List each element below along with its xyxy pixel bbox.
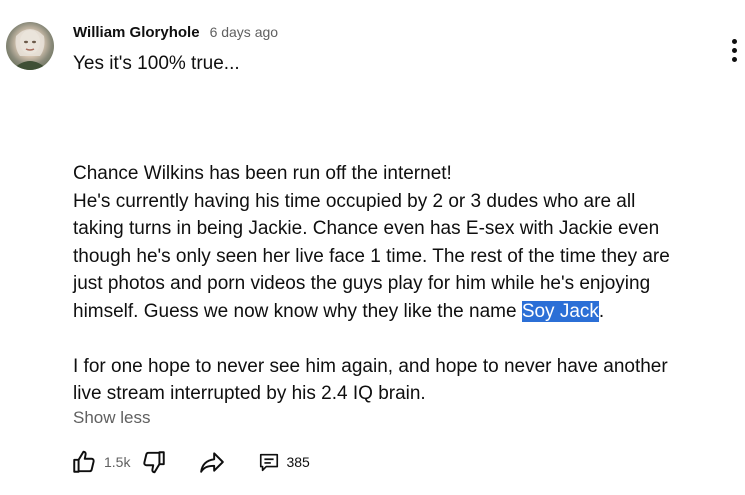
avatar[interactable] xyxy=(6,22,54,70)
share-button[interactable] xyxy=(194,444,230,480)
like-count: 1.5k xyxy=(104,454,131,470)
comment-line: taking turns in being Jackie. Chance eve… xyxy=(73,218,660,239)
comment-line: though he's only seen her live face 1 ti… xyxy=(73,245,670,267)
comment-line: I for one hope to never see him again, a… xyxy=(73,355,668,377)
comment-first-line: Yes it's 100% true... xyxy=(73,53,240,74)
author-name[interactable]: William Gloryhole xyxy=(73,24,200,41)
like-button[interactable] xyxy=(66,444,102,480)
comment-line: Chance Wilkins has been run off the inte… xyxy=(73,163,452,184)
comment-body: Chance Wilkins has been run off the inte… xyxy=(73,160,723,408)
show-less-button[interactable]: Show less xyxy=(73,408,150,428)
more-actions-button[interactable] xyxy=(724,34,744,66)
selected-text: Soy Jack xyxy=(521,300,599,322)
replies-button[interactable]: 385 xyxy=(258,451,315,473)
thumbs-up-icon xyxy=(73,450,95,473)
comment-line: live stream interrupted by his 2.4 IQ br… xyxy=(73,383,426,404)
comment-card: William Gloryhole 6 days ago Yes it's 10… xyxy=(0,0,745,495)
dislike-button[interactable] xyxy=(136,444,172,480)
line-text: himself. Guess we now know why they like… xyxy=(73,300,522,322)
line-text: . xyxy=(598,300,605,322)
comment-header: William Gloryhole 6 days ago xyxy=(73,24,278,41)
comment-line: He's currently having his time occupied … xyxy=(73,190,636,212)
timestamp[interactable]: 6 days ago xyxy=(210,24,279,40)
share-icon xyxy=(200,452,225,473)
comment-actions: 1.5k 385 xyxy=(66,444,316,480)
comment-icon xyxy=(260,453,279,472)
avatar-image xyxy=(12,29,48,70)
comment-line: just photos and porn videos the guys pla… xyxy=(73,273,651,294)
reply-count: 385 xyxy=(286,454,310,470)
comment-line: himself. Guess we now know why they like… xyxy=(73,298,723,326)
thumbs-down-icon xyxy=(143,451,166,474)
more-vertical-icon xyxy=(731,38,737,44)
